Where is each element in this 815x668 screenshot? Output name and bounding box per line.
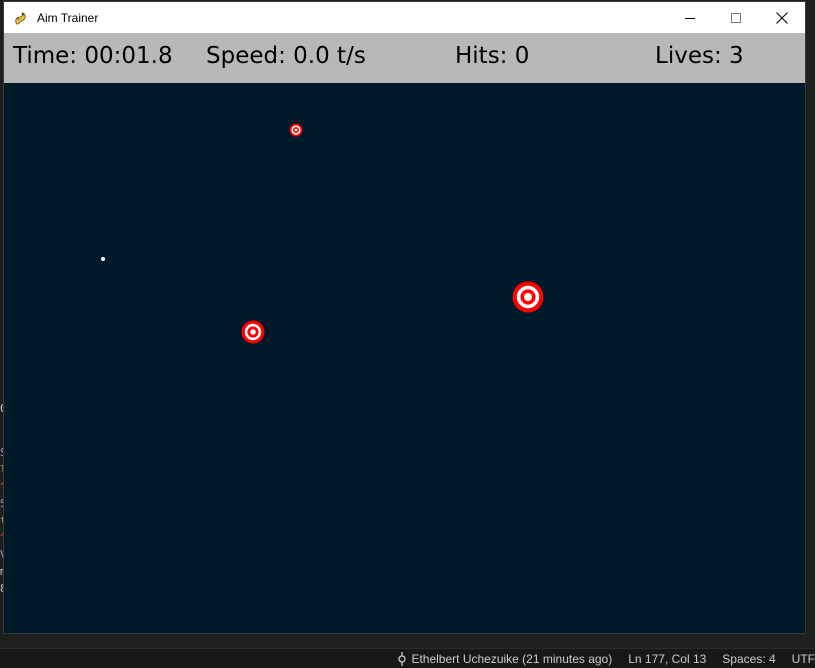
speed-readout: Speed: 0.0 t/s <box>206 43 366 69</box>
hud-bar: Time: 00:01.8 Speed: 0.0 t/s Hits: 0 Liv… <box>4 33 805 83</box>
game-playfield[interactable] <box>4 83 805 633</box>
aim-trainer-window: Aim Trainer Time: 00:01.8 Speed: 0.0 t/s… <box>4 2 805 633</box>
cursor-position-item[interactable]: Ln 177, Col 13 <box>628 652 706 666</box>
indentation-item[interactable]: Spaces: 4 <box>722 652 775 666</box>
window-title: Aim Trainer <box>37 10 99 25</box>
pygame-snake-icon <box>15 12 26 24</box>
hits-counter: Hits: 0 <box>455 43 530 69</box>
editor-status-bar: Ethelbert Uchezuike (21 minutes ago) Ln … <box>0 648 815 668</box>
git-blame-item[interactable]: Ethelbert Uchezuike (21 minutes ago) <box>397 651 613 666</box>
target[interactable] <box>512 281 544 313</box>
cursor-dot <box>101 257 105 261</box>
git-blame-text: Ethelbert Uchezuike (21 minutes ago) <box>411 651 613 666</box>
maximize-icon <box>731 12 741 23</box>
close-icon <box>776 11 788 24</box>
time-readout: Time: 00:01.8 <box>13 43 173 69</box>
encoding-item[interactable]: UTF <box>792 652 815 666</box>
lives-counter: Lives: 3 <box>655 43 744 69</box>
window-controls <box>667 2 805 33</box>
minimize-button[interactable] <box>667 2 713 33</box>
target[interactable] <box>289 123 303 137</box>
git-commit-icon <box>398 651 407 666</box>
minimize-icon <box>685 17 695 19</box>
maximize-button[interactable] <box>713 2 759 33</box>
target[interactable] <box>241 320 265 344</box>
close-button[interactable] <box>759 2 805 33</box>
title-bar[interactable]: Aim Trainer <box>4 2 805 33</box>
